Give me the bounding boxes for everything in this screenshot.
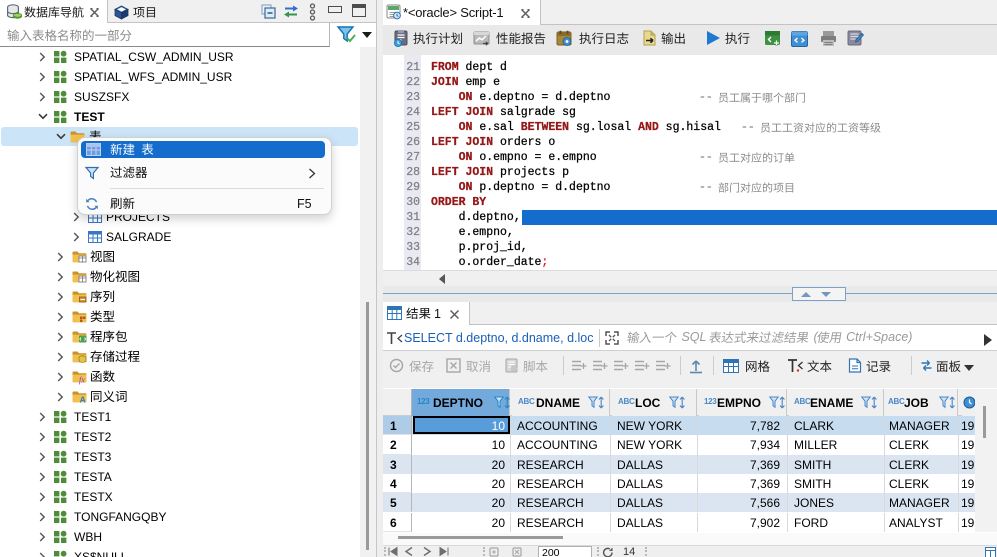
svg-text:A: A (80, 395, 86, 405)
svg-text:fx: fx (79, 375, 85, 384)
